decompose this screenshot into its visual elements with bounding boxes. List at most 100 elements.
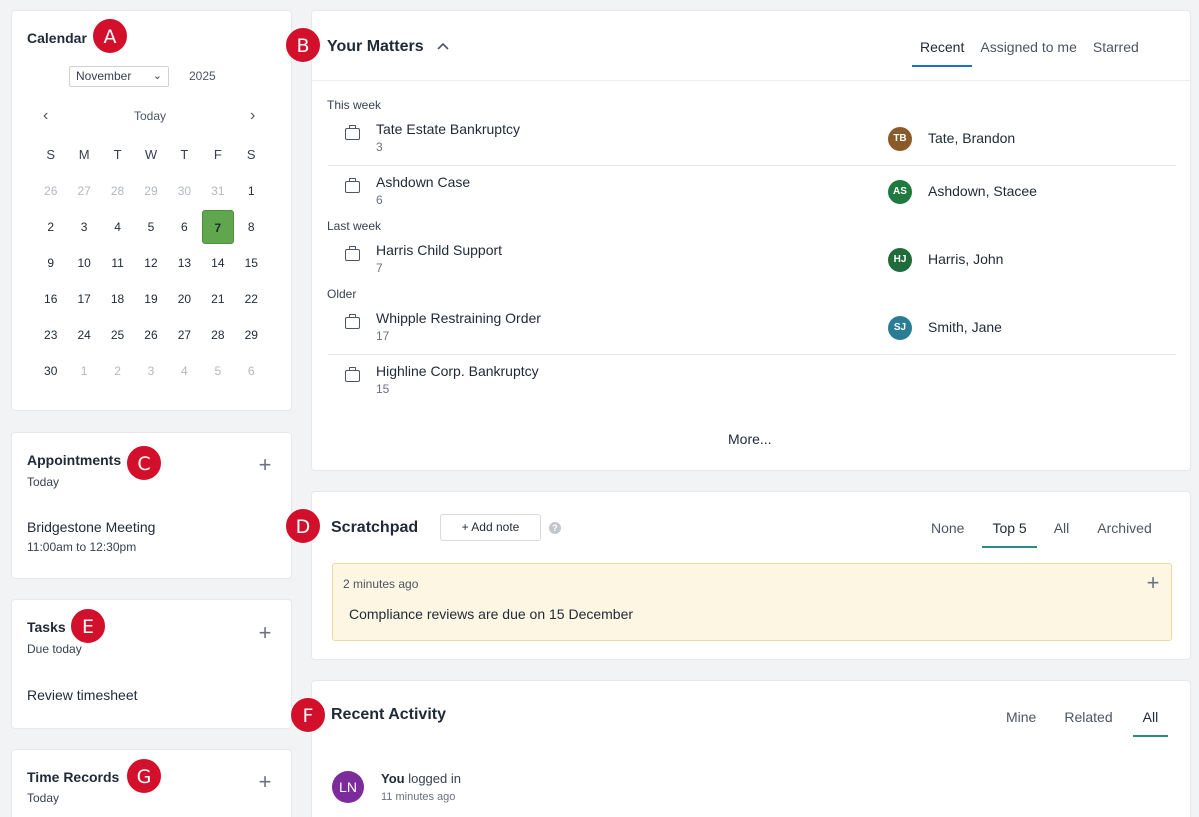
calendar-day[interactable]: 1 xyxy=(235,173,268,209)
matter-client-name[interactable]: Harris, John xyxy=(928,251,1003,267)
calendar-day[interactable]: 30 xyxy=(168,173,201,209)
chevron-up-icon[interactable] xyxy=(437,42,449,50)
appointment-item[interactable]: Bridgestone Meeting 11:00am to 12:30pm xyxy=(27,519,155,554)
calendar-day[interactable]: 17 xyxy=(67,281,100,317)
today-button[interactable]: Today xyxy=(134,109,166,123)
matter-row[interactable]: Highline Corp. Bankruptcy 15 xyxy=(328,356,1176,408)
activity-actor[interactable]: You xyxy=(381,771,405,786)
next-month-chevron-icon[interactable]: › xyxy=(250,107,255,125)
annotation-badge-c: C xyxy=(126,445,162,481)
matter-client-name[interactable]: Tate, Brandon xyxy=(928,130,1015,146)
calendar-day[interactable]: 15 xyxy=(235,245,268,281)
calendar-day[interactable]: 29 xyxy=(235,317,268,353)
add-time-record-plus-icon[interactable]: + xyxy=(257,771,273,793)
annotation-badge-a: A xyxy=(92,18,128,54)
add-appointment-plus-icon[interactable]: + xyxy=(257,454,273,476)
tab-none[interactable]: None xyxy=(922,518,973,548)
scratchpad-note[interactable]: 2 minutes ago + Compliance reviews are d… xyxy=(332,563,1172,641)
calendar-day[interactable]: 10 xyxy=(67,245,100,281)
tab-archived[interactable]: Archived xyxy=(1089,518,1159,548)
calendar-day[interactable]: 30 xyxy=(34,353,67,389)
more-matters-link[interactable]: More... xyxy=(728,431,772,447)
add-note-button[interactable]: + Add note xyxy=(440,514,541,541)
appointments-title: Appointments xyxy=(27,452,122,468)
calendar-week: 23 24 25 26 27 28 29 xyxy=(34,317,294,353)
annotation-badge-f: F xyxy=(290,697,326,733)
help-icon[interactable]: ? xyxy=(549,522,561,534)
calendar-day[interactable]: 26 xyxy=(34,173,67,209)
calendar-day[interactable]: 19 xyxy=(134,281,167,317)
annotation-badge-b: B xyxy=(285,27,321,63)
matters-tabs: Recent Assigned to me Starred xyxy=(912,37,1147,67)
calendar-day[interactable]: 20 xyxy=(168,281,201,317)
tab-all[interactable]: All xyxy=(1046,518,1078,548)
task-item[interactable]: Review timesheet xyxy=(27,687,138,703)
matters-header: Your Matters Recent Assigned to me Starr… xyxy=(312,11,1190,81)
tab-mine[interactable]: Mine xyxy=(998,707,1044,737)
matter-client-name[interactable]: Ashdown, Stacee xyxy=(928,183,1037,199)
calendar-day[interactable]: 3 xyxy=(67,209,100,245)
calendar-day[interactable]: 13 xyxy=(168,245,201,281)
calendar-day[interactable]: 5 xyxy=(201,353,234,389)
calendar-day[interactable]: 4 xyxy=(168,353,201,389)
calendar-day[interactable]: 16 xyxy=(34,281,67,317)
matter-row[interactable]: Whipple Restraining Order 17 SJ Smith, J… xyxy=(328,303,1176,355)
weekday-label: S xyxy=(46,147,56,162)
calendar-day[interactable]: 28 xyxy=(201,317,234,353)
month-select[interactable]: November ⌄ xyxy=(69,66,169,87)
calendar-day[interactable]: 18 xyxy=(101,281,134,317)
calendar-day[interactable]: 27 xyxy=(67,173,100,209)
tab-assigned-to-me[interactable]: Assigned to me xyxy=(972,37,1085,67)
tab-recent[interactable]: Recent xyxy=(912,37,973,67)
calendar-day-selected[interactable]: 7 xyxy=(201,209,234,245)
calendar-day[interactable]: 24 xyxy=(67,317,100,353)
calendar-day[interactable]: 29 xyxy=(134,173,167,209)
tab-all[interactable]: All xyxy=(1132,707,1169,737)
matter-name: Ashdown Case xyxy=(376,174,471,190)
year-label[interactable]: 2025 xyxy=(189,69,216,83)
calendar-day[interactable]: 23 xyxy=(34,317,67,353)
calendar-card: Calendar November ⌄ 2025 ‹ Today › S M T… xyxy=(11,10,292,411)
calendar-day[interactable]: 22 xyxy=(235,281,268,317)
matter-row[interactable]: Harris Child Support 7 HJ Harris, John xyxy=(328,235,1176,287)
tasks-card: Tasks Due today + Review timesheet xyxy=(11,599,292,729)
matter-number: 7 xyxy=(376,261,383,275)
calendar-day[interactable]: 26 xyxy=(134,317,167,353)
calendar-day[interactable]: 2 xyxy=(34,209,67,245)
tasks-subtitle: Due today xyxy=(27,642,82,656)
matter-name: Harris Child Support xyxy=(376,242,503,258)
tab-related[interactable]: Related xyxy=(1056,707,1120,737)
activity-action: logged in xyxy=(404,771,461,786)
matter-name: Whipple Restraining Order xyxy=(376,310,541,326)
calendar-day[interactable]: 6 xyxy=(235,353,268,389)
calendar-day[interactable]: 2 xyxy=(101,353,134,389)
calendar-day[interactable]: 6 xyxy=(168,209,201,245)
calendar-day[interactable]: 28 xyxy=(101,173,134,209)
calendar-day[interactable]: 1 xyxy=(67,353,100,389)
calendar-day[interactable]: 8 xyxy=(235,209,268,245)
note-plus-icon[interactable]: + xyxy=(1145,572,1161,594)
calendar-day[interactable]: 9 xyxy=(34,245,67,281)
note-text: Compliance reviews are due on 15 Decembe… xyxy=(349,606,634,622)
calendar-day[interactable]: 12 xyxy=(134,245,167,281)
matters-title[interactable]: Your Matters xyxy=(327,38,424,56)
prev-month-chevron-icon[interactable]: ‹ xyxy=(43,107,48,125)
appointments-subtitle: Today xyxy=(27,475,60,489)
matter-row[interactable]: Ashdown Case 6 AS Ashdown, Stacee xyxy=(328,167,1176,219)
calendar-day[interactable]: 3 xyxy=(134,353,167,389)
matter-row[interactable]: Tate Estate Bankruptcy 3 TB Tate, Brando… xyxy=(328,114,1176,166)
calendar-day[interactable]: 27 xyxy=(168,317,201,353)
calendar-day[interactable]: 4 xyxy=(101,209,134,245)
calendar-day[interactable]: 21 xyxy=(201,281,234,317)
matter-name: Highline Corp. Bankruptcy xyxy=(376,363,539,379)
tab-top-5[interactable]: Top 5 xyxy=(982,518,1037,548)
matter-number: 3 xyxy=(376,140,383,154)
add-task-plus-icon[interactable]: + xyxy=(257,622,273,644)
calendar-day[interactable]: 14 xyxy=(201,245,234,281)
matter-client-name[interactable]: Smith, Jane xyxy=(928,319,1002,335)
calendar-day[interactable]: 25 xyxy=(101,317,134,353)
calendar-day[interactable]: 11 xyxy=(101,245,134,281)
tab-starred[interactable]: Starred xyxy=(1085,37,1147,67)
calendar-day[interactable]: 31 xyxy=(201,173,234,209)
calendar-day[interactable]: 5 xyxy=(134,209,167,245)
